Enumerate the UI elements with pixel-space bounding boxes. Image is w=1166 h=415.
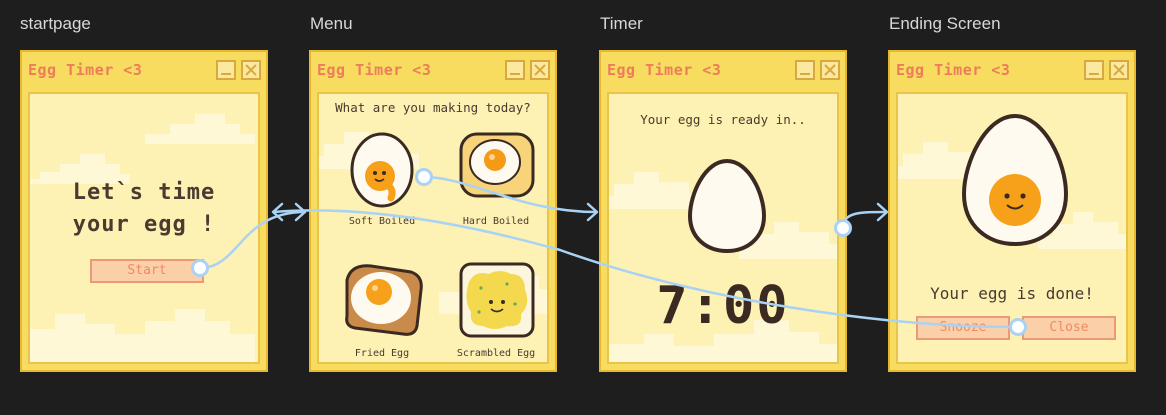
close-icon [824, 64, 836, 76]
minimize-button[interactable] [1084, 60, 1104, 80]
close-icon [1113, 64, 1125, 76]
window-menu[interactable]: Egg Timer <3 What are you making today? … [309, 50, 557, 372]
titlebar[interactable]: Egg Timer <3 [601, 52, 845, 90]
content-area: Your egg is done! Snooze Close [896, 92, 1128, 364]
flow-arrow-icon [271, 202, 284, 222]
frame-label-startpage: startpage [20, 14, 91, 33]
minimize-icon [510, 73, 520, 75]
cloud-decoration [30, 309, 255, 362]
menu-item-label: Soft Boiled [348, 216, 416, 227]
window-startpage[interactable]: Egg Timer <3 Let`s time your egg ! Start [20, 50, 268, 372]
soft-boiled-egg-icon [350, 132, 414, 208]
window-timer[interactable]: Egg Timer <3 Your egg is ready in.. 7:00 [599, 50, 847, 372]
content-area: Let`s time your egg ! Start [28, 92, 260, 364]
titlebar[interactable]: Egg Timer <3 [890, 52, 1134, 90]
close-icon [245, 64, 257, 76]
flow-arrow-icon [876, 202, 889, 222]
minimize-icon [1089, 73, 1099, 75]
menu-item-label: Hard Boiled [462, 216, 530, 227]
menu-item-soft-boiled[interactable]: Soft Boiled [337, 124, 427, 232]
titlebar[interactable]: Egg Timer <3 [22, 52, 266, 90]
snooze-button[interactable]: Snooze [916, 316, 1010, 340]
countdown-display: 7:00 [656, 276, 790, 336]
done-message: Your egg is done! [930, 284, 1094, 303]
window-ending[interactable]: Egg Timer <3 Your egg is done! Snooze Cl… [888, 50, 1136, 372]
frame-label-timer: Timer [600, 14, 643, 33]
heading-line-1: Let`s time [72, 180, 216, 205]
flow-timer-to-ending [841, 210, 888, 230]
menu-item-label: Fried Egg [354, 348, 410, 359]
close-button[interactable] [820, 60, 840, 80]
timer-message: Your egg is ready in.. [640, 112, 806, 127]
close-button[interactable] [241, 60, 261, 80]
menu-item-fried-egg[interactable]: Fried Egg [337, 256, 427, 362]
minimize-icon [800, 73, 810, 75]
close-button[interactable] [1109, 60, 1129, 80]
titlebar[interactable]: Egg Timer <3 [311, 52, 555, 90]
frame-label-menu: Menu [310, 14, 353, 33]
whole-egg-icon [687, 158, 767, 254]
menu-item-label: Scrambled Egg [456, 348, 536, 359]
menu-item-scrambled-egg[interactable]: Scrambled Egg [451, 256, 541, 362]
menu-question: What are you making today? [335, 100, 531, 115]
fried-egg-icon [345, 264, 423, 336]
cloud-decoration [145, 114, 255, 144]
minimize-button[interactable] [216, 60, 236, 80]
window-title: Egg Timer <3 [607, 61, 722, 79]
happy-egg-icon [961, 113, 1069, 247]
window-title: Egg Timer <3 [28, 61, 143, 79]
frame-label-ending: Ending Screen [889, 14, 1001, 33]
content-area: Your egg is ready in.. 7:00 [607, 92, 839, 364]
heading-line-2: your egg ! [72, 212, 216, 237]
menu-item-hard-boiled[interactable]: Hard Boiled [451, 124, 541, 232]
minimize-button[interactable] [795, 60, 815, 80]
scrambled-egg-icon [459, 262, 535, 338]
content-area: What are you making today? Soft Boiled H… [317, 92, 549, 364]
hard-boiled-egg-icon [459, 132, 535, 198]
minimize-button[interactable] [505, 60, 525, 80]
flow-arrow-icon [586, 202, 599, 222]
window-title: Egg Timer <3 [317, 61, 432, 79]
close-button[interactable] [530, 60, 550, 80]
close-icon [534, 64, 546, 76]
start-button[interactable]: Start [90, 259, 204, 283]
window-title: Egg Timer <3 [896, 61, 1011, 79]
flow-arrow-icon [294, 202, 307, 222]
close-dialog-button[interactable]: Close [1022, 316, 1116, 340]
minimize-icon [221, 73, 231, 75]
